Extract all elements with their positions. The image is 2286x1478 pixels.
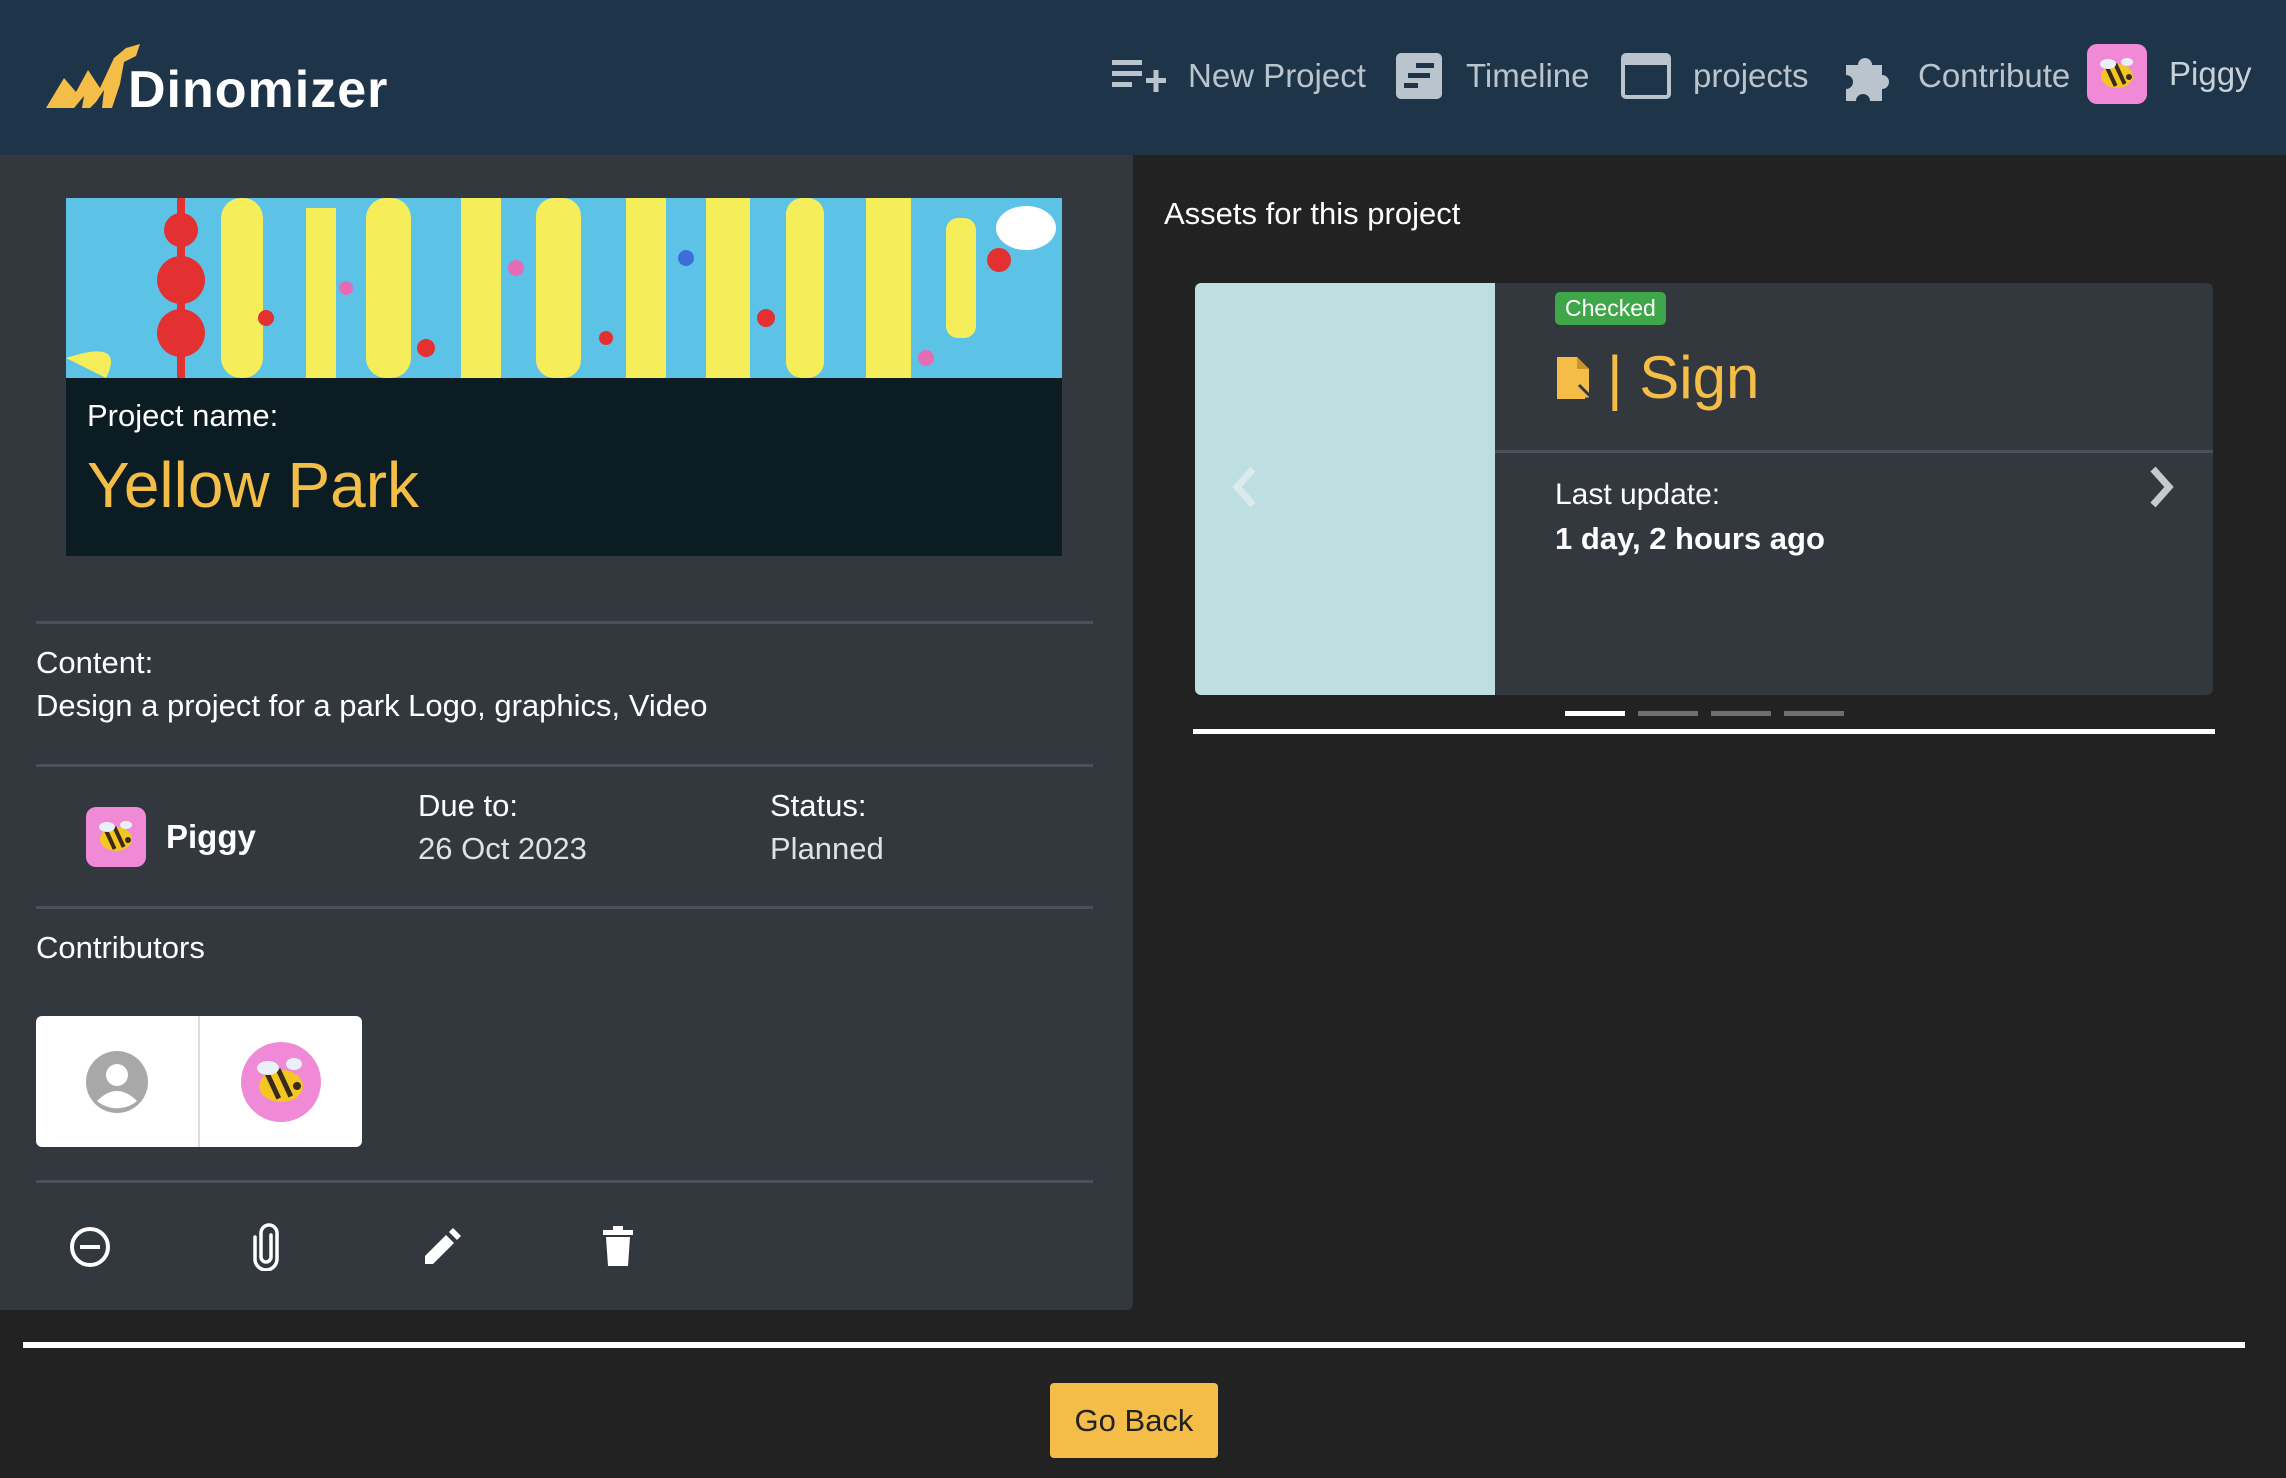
- window-icon: [1621, 53, 1671, 99]
- project-name-label: Project name:: [87, 398, 279, 433]
- project-details-panel: Project name: Yellow Park Content: Desig…: [0, 155, 1133, 1310]
- project-card: Project name: Yellow Park: [66, 198, 1062, 556]
- carousel-indicator[interactable]: [1638, 711, 1698, 716]
- status-value: Planned: [770, 831, 884, 866]
- contributor-item[interactable]: [198, 1016, 362, 1147]
- nav-new-project-label: New Project: [1188, 57, 1366, 94]
- status-label: Status:: [770, 788, 867, 823]
- nav-contribute-label: Contribute: [1918, 57, 2071, 94]
- chevron-right-icon: [2150, 466, 2174, 508]
- puzzle-icon: [1846, 58, 1889, 101]
- nav-contribute[interactable]: Contribute: [1838, 40, 2070, 112]
- contributors-list: [36, 1016, 362, 1147]
- bee-avatar-icon: [2100, 58, 2133, 88]
- trash-icon: [603, 1226, 633, 1266]
- edit-action[interactable]: [412, 1217, 472, 1277]
- nav-new-project[interactable]: New Project: [1112, 40, 1366, 112]
- carousel-indicator[interactable]: [1565, 711, 1625, 716]
- content-description: Design a project for a park Logo, graphi…: [36, 688, 708, 723]
- project-name: Yellow Park: [87, 449, 420, 521]
- carousel-indicator[interactable]: [1711, 711, 1771, 716]
- playlist-add-icon: [1112, 60, 1166, 92]
- file-icon: [1557, 356, 1595, 400]
- delete-action[interactable]: [588, 1217, 648, 1277]
- assets-divider: [1193, 729, 2215, 734]
- divider: [1495, 450, 2213, 453]
- nav-user-name: Piggy: [2169, 55, 2252, 92]
- contributor-item[interactable]: [36, 1016, 198, 1147]
- contributors-label: Contributors: [36, 930, 205, 965]
- last-update-label: Last update:: [1555, 478, 1721, 511]
- pencil-icon: [425, 1228, 461, 1264]
- attach-action[interactable]: [236, 1217, 296, 1277]
- divider: [36, 621, 1093, 624]
- paperclip-icon: [253, 1223, 279, 1271]
- divider: [36, 764, 1093, 767]
- content-label: Content:: [36, 645, 154, 680]
- carousel-indicators: [1565, 711, 1844, 716]
- nav-timeline-label: Timeline: [1466, 57, 1590, 94]
- go-back-button[interactable]: Go Back: [1050, 1383, 1218, 1458]
- divider: [36, 906, 1093, 909]
- timeline-icon: [1396, 53, 1442, 99]
- navbar: Dinomizer New Project Timeline projects: [0, 0, 2286, 155]
- app-name: Dinomizer: [128, 61, 389, 119]
- bee-avatar-icon: [241, 1041, 321, 1122]
- due-date: 26 Oct 2023: [418, 831, 587, 866]
- asset-title-text: | Sign: [1607, 344, 1760, 411]
- divider: [36, 1180, 1093, 1183]
- owner-avatar: [86, 807, 146, 867]
- project-banner-image: [66, 198, 1062, 378]
- asset-status-badge: Checked: [1555, 292, 1666, 325]
- footer-divider: [23, 1342, 2245, 1348]
- default-user-avatar-icon: [86, 1050, 148, 1113]
- user-avatar: [2087, 44, 2147, 104]
- carousel-next-button[interactable]: [2145, 463, 2181, 516]
- remove-action[interactable]: [60, 1217, 120, 1277]
- asset-carousel-slide[interactable]: Checked | Sign Last update: 1 day, 2 hou…: [1195, 283, 2213, 695]
- carousel-prev-button[interactable]: [1225, 463, 1261, 516]
- minus-circle-icon: [70, 1227, 110, 1267]
- nav-projects-label: projects: [1693, 57, 1809, 94]
- due-label: Due to:: [418, 788, 518, 823]
- project-owner[interactable]: Piggy: [86, 807, 256, 867]
- asset-title: | Sign: [1555, 343, 1759, 412]
- assets-heading: Assets for this project: [1164, 196, 1461, 231]
- carousel-indicator[interactable]: [1784, 711, 1844, 716]
- owner-name: Piggy: [166, 818, 256, 855]
- last-update-value: 1 day, 2 hours ago: [1555, 521, 1825, 556]
- nav-user-menu[interactable]: Piggy: [2087, 38, 2252, 110]
- bee-avatar-icon: [99, 821, 132, 851]
- nav-timeline[interactable]: Timeline: [1394, 40, 1589, 112]
- chevron-left-icon: [1232, 466, 1256, 508]
- nav-projects[interactable]: projects: [1621, 40, 1809, 112]
